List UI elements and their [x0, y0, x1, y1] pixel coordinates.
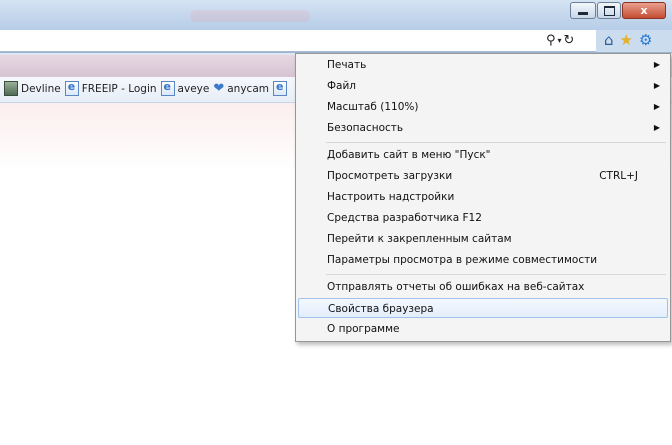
refresh-icon[interactable]: ↻	[564, 33, 575, 48]
ie-page-icon	[273, 80, 287, 96]
menu-item-label: Безопасность	[327, 122, 404, 134]
menu-item-add-to-start[interactable]: Добавить сайт в меню "Пуск"	[298, 145, 668, 165]
browser-toolbar-icons: ⌂ ★ ⚙	[604, 32, 652, 49]
menu-item-report-errors[interactable]: Отправлять отчеты об ошибках на веб-сайт…	[298, 277, 668, 297]
maximize-icon	[603, 5, 615, 16]
tools-menu: Печать ▶ Файл ▶ Масштаб (110%) ▶ Безопас…	[295, 53, 671, 342]
menu-separator	[326, 142, 666, 143]
menu-item-view-downloads[interactable]: Просмотреть загрузки CTRL+J	[298, 166, 668, 186]
maximize-button[interactable]	[597, 2, 621, 19]
favorites-list: Devline FREEIP - Login aveye ❤ anycam	[4, 80, 287, 96]
menu-separator	[326, 274, 666, 275]
submenu-arrow-icon: ▶	[653, 60, 660, 69]
menu-item-label: Параметры просмотра в режиме совместимос…	[327, 254, 598, 266]
minimize-icon	[578, 12, 588, 15]
menu-item-label: Перейти к закрепленным сайтам	[327, 233, 512, 245]
menu-item-dev-tools[interactable]: Средства разработчика F12	[298, 208, 668, 228]
menu-item-print[interactable]: Печать ▶	[298, 55, 668, 75]
menu-item-label: Просмотреть загрузки	[327, 170, 453, 182]
menu-item-label: Добавить сайт в меню "Пуск"	[327, 149, 491, 161]
favorite-devline[interactable]: Devline	[4, 81, 61, 96]
close-button[interactable]: x	[622, 2, 666, 19]
menu-item-file[interactable]: Файл ▶	[298, 76, 668, 96]
menu-item-about[interactable]: О программе	[298, 319, 668, 339]
favorite-label: anycam	[227, 82, 269, 95]
ie-page-icon	[64, 80, 79, 96]
gear-icon[interactable]: ⚙	[639, 32, 652, 49]
menu-item-manage-addons[interactable]: Настроить надстройки	[298, 187, 668, 207]
favorites-star-icon[interactable]: ★	[620, 32, 633, 49]
menu-item-internet-options[interactable]: Свойства браузера	[298, 298, 668, 318]
menu-item-label: Масштаб (110%)	[327, 101, 419, 113]
favorite-label: Devline	[21, 82, 61, 95]
heart-icon: ❤	[213, 81, 225, 96]
search-icon[interactable]: ⚲	[546, 33, 556, 48]
menu-item-compat-view[interactable]: Параметры просмотра в режиме совместимос…	[298, 250, 668, 270]
menu-item-security[interactable]: Безопасность ▶	[298, 118, 668, 138]
dropdown-icon[interactable]: ▾	[558, 36, 562, 45]
favorite-freeip[interactable]: FREEIP - Login	[64, 80, 157, 96]
ie-page-icon	[160, 80, 175, 96]
address-actions: ⚲ ▾ ↻	[546, 33, 574, 48]
menu-item-zoom[interactable]: Масштаб (110%) ▶	[298, 97, 668, 117]
devline-icon	[4, 81, 18, 96]
menu-item-label: Настроить надстройки	[327, 191, 455, 203]
menu-item-label: О программе	[327, 323, 400, 335]
menu-item-pinned-sites[interactable]: Перейти к закрепленным сайтам	[298, 229, 668, 249]
active-tab[interactable]	[0, 55, 300, 77]
menu-item-label: Печать	[327, 59, 367, 71]
submenu-arrow-icon: ▶	[653, 123, 660, 132]
favorite-label: aveye	[177, 82, 210, 95]
menu-item-label: Файл	[327, 80, 357, 92]
favorite-next[interactable]	[273, 80, 287, 96]
menu-item-label: Средства разработчика F12	[327, 212, 482, 224]
address-bar: ⚲ ▾ ↻ ⌂ ★ ⚙	[0, 30, 672, 53]
window-title-blur	[190, 10, 310, 22]
submenu-arrow-icon: ▶	[653, 81, 660, 90]
submenu-arrow-icon: ▶	[653, 102, 660, 111]
minimize-button[interactable]	[570, 2, 596, 19]
favorite-label: FREEIP - Login	[81, 82, 157, 95]
favorite-anycam[interactable]: ❤ anycam	[213, 81, 269, 96]
title-bar: x	[0, 0, 672, 30]
menu-item-label: Отправлять отчеты об ошибках на веб-сайт…	[327, 281, 585, 293]
home-icon[interactable]: ⌂	[604, 32, 614, 49]
close-icon: x	[640, 4, 648, 17]
window-controls: x	[569, 2, 666, 19]
favorite-aveye[interactable]: aveye	[160, 80, 210, 96]
address-input[interactable]	[0, 30, 596, 52]
menu-item-label: Свойства браузера	[328, 303, 434, 315]
menu-item-shortcut: CTRL+J	[599, 170, 638, 182]
